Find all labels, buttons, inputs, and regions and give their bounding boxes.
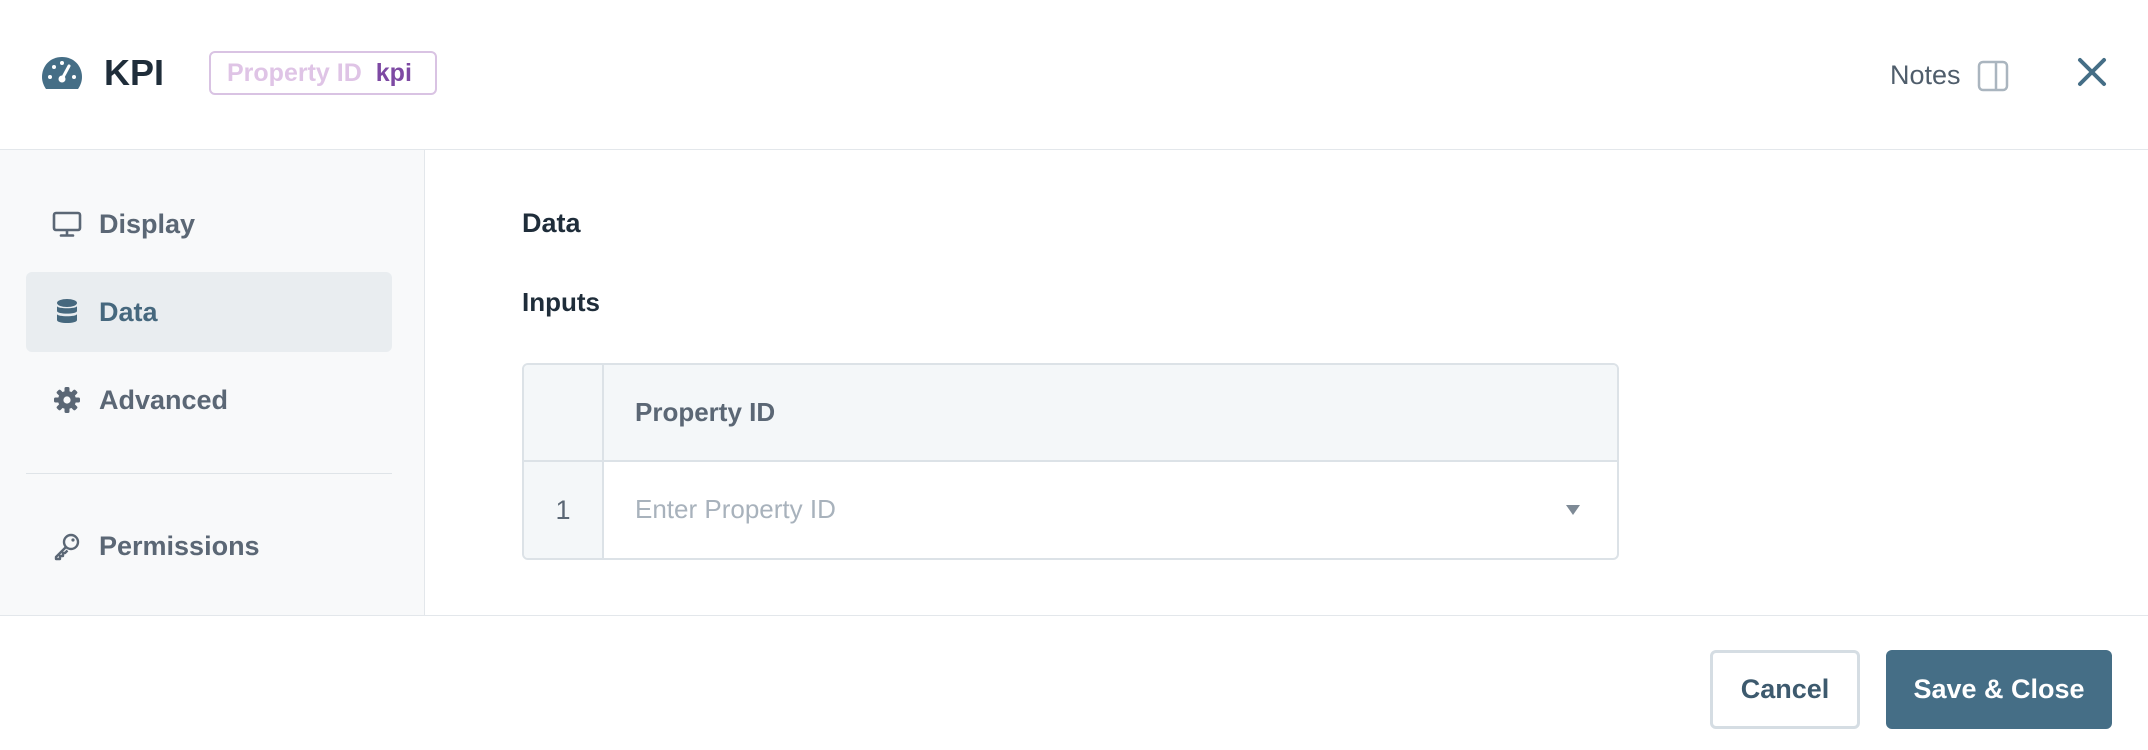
section-title: Data — [522, 208, 581, 238]
table-row: 1 Enter Property ID — [524, 462, 1617, 558]
property-id-badge-label: Property ID — [227, 58, 362, 87]
key-icon — [54, 533, 80, 561]
table-header: Property ID — [524, 365, 1617, 462]
sidebar-item-permissions[interactable]: Permissions — [26, 506, 392, 586]
inputs-table: Property ID 1 Enter Property ID — [522, 363, 1619, 560]
sidebar-item-advanced[interactable]: Advanced — [26, 360, 392, 440]
property-id-badge-value: kpi — [375, 58, 412, 87]
dialog-title: KPI — [104, 52, 165, 93]
sidebar-item-display[interactable]: Display — [26, 184, 392, 264]
notes-toggle-label[interactable]: Notes — [1890, 58, 1961, 92]
property-id-placeholder: Enter Property ID — [635, 494, 836, 524]
inputs-heading: Inputs — [522, 287, 600, 317]
dialog-header: KPI Property ID kpi Notes — [0, 0, 2148, 150]
dialog-footer: Cancel Save & Close — [0, 615, 2148, 750]
kpi-settings-dialog: KPI Property ID kpi Notes Display Data A… — [0, 0, 2148, 750]
cancel-button[interactable]: Cancel — [1710, 650, 1860, 729]
table-index-header — [524, 365, 604, 460]
sidebar-item-label: Data — [99, 297, 158, 327]
sidebar-divider — [26, 473, 392, 474]
save-close-button[interactable]: Save & Close — [1886, 650, 2112, 729]
caret-down-icon — [1566, 505, 1580, 515]
settings-sidebar: Display Data Advanced Permissions — [0, 150, 425, 615]
sidebar-item-label: Permissions — [99, 531, 260, 561]
gear-icon — [54, 387, 80, 413]
property-id-select[interactable]: Enter Property ID — [604, 462, 1617, 558]
sidebar-item-label: Display — [99, 209, 196, 239]
monitor-icon — [52, 211, 82, 237]
main-content: Data Inputs Property ID 1 Enter Property… — [425, 150, 2148, 615]
side-panel-icon[interactable] — [1977, 60, 2009, 92]
column-header-property-id: Property ID — [635, 397, 776, 427]
row-index: 1 — [524, 462, 604, 558]
gauge-icon — [42, 57, 82, 89]
property-id-badge: Property ID kpi — [209, 51, 437, 95]
sidebar-item-data[interactable]: Data — [26, 272, 392, 352]
close-icon[interactable] — [2073, 53, 2111, 91]
sidebar-item-label: Advanced — [99, 385, 229, 415]
database-icon — [57, 299, 77, 323]
